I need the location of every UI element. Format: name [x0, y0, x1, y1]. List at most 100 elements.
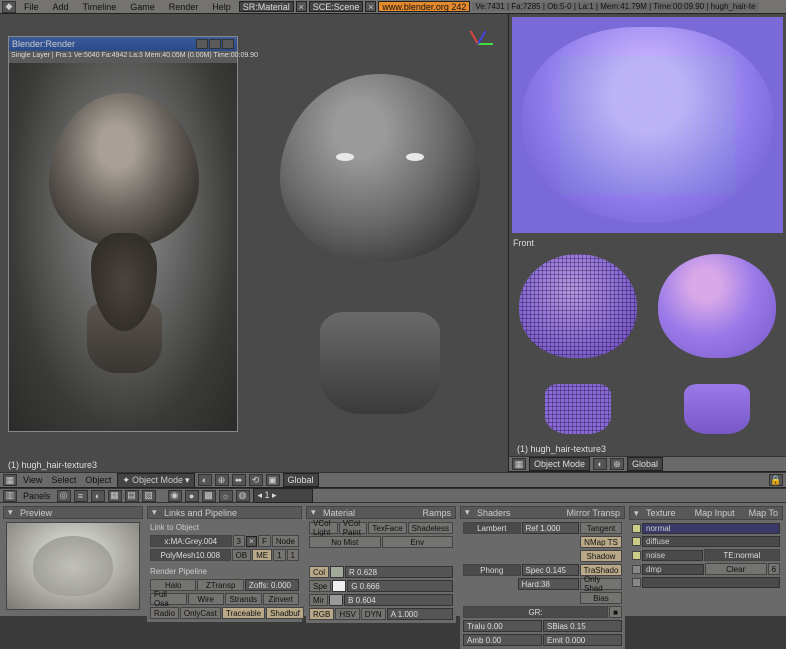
pivot-icon[interactable]: ⊕ — [610, 458, 624, 470]
left-3d-viewport[interactable]: Blender:Render Single Layer | Fra:1 Ve:5… — [0, 14, 508, 472]
users-button[interactable]: 6 — [768, 563, 780, 575]
ref-field[interactable]: Ref 1.000 — [522, 522, 580, 534]
unlink-material[interactable]: × — [246, 536, 257, 547]
collapse-icon[interactable]: ▾ — [311, 507, 319, 518]
tab-mapto[interactable]: Map To — [749, 508, 778, 518]
axis-gizmo[interactable] — [463, 29, 493, 59]
gr-field[interactable]: GR: — [463, 606, 608, 618]
collapse-icon[interactable]: ▾ — [152, 507, 160, 518]
tab-mapinput[interactable]: Map Input — [695, 508, 735, 518]
menu-help[interactable]: Help — [206, 1, 237, 13]
menu-view[interactable]: View — [20, 475, 45, 485]
spec-shader-select[interactable]: Phong — [463, 564, 521, 576]
tex-slot-3-enable[interactable] — [632, 565, 641, 574]
alpha-slider[interactable]: A 1.000 — [387, 608, 453, 620]
shadeless-button[interactable]: Shadeless — [408, 522, 453, 534]
orientation-selector-right[interactable]: Global — [627, 457, 663, 471]
fake-user-button[interactable]: F — [258, 535, 271, 547]
spe-button[interactable]: Spe — [309, 580, 331, 592]
hard-field[interactable]: Hard:38 — [518, 578, 580, 590]
blender-icon[interactable]: ◆ — [2, 1, 16, 13]
env-button[interactable]: Env — [382, 536, 454, 548]
radio-button[interactable]: Radio — [150, 607, 179, 619]
hsv-button[interactable]: HSV — [335, 608, 359, 620]
shadbuf-button[interactable]: Shadbuf — [266, 607, 304, 619]
menu-timeline[interactable]: Timeline — [77, 1, 123, 13]
scale-icon[interactable]: ▣ — [266, 474, 280, 486]
shading-icon[interactable]: ◐ — [198, 474, 212, 486]
texface-button[interactable]: TexFace — [368, 522, 406, 534]
menu-object[interactable]: Object — [82, 475, 114, 485]
radiosity-subcontext-icon[interactable]: ☼ — [219, 490, 233, 502]
collapse-icon[interactable]: ▾ — [634, 508, 642, 519]
exclusive-toggle[interactable]: ■ — [609, 606, 622, 618]
material-preview[interactable] — [6, 522, 140, 610]
scene-delete[interactable]: × — [365, 1, 376, 12]
uv-image-editor[interactable] — [512, 17, 783, 233]
menu-select[interactable]: Select — [48, 475, 79, 485]
g-slider[interactable]: G 0.666 — [347, 580, 453, 592]
clear-button[interactable]: Clear — [705, 563, 767, 575]
mesh-name-field[interactable]: PolyMesh10.008 — [150, 549, 231, 561]
mode-selector[interactable]: ✦ Object Mode ▾ — [117, 473, 194, 488]
spec-field[interactable]: Spec 0.145 — [522, 564, 580, 576]
shadow-button[interactable]: Shadow — [580, 550, 622, 562]
nomist-button[interactable]: No Mist — [309, 536, 381, 548]
tralu-field[interactable]: Tralu 0.00 — [463, 620, 542, 632]
fullosa-button[interactable]: Full Osa — [150, 593, 187, 605]
shading-context-icon[interactable]: ◐ — [91, 490, 105, 502]
tex-slot-0[interactable]: normal — [642, 523, 780, 534]
texture-name-field[interactable]: TE:normal — [704, 549, 780, 561]
tab-shaders[interactable]: Shaders — [477, 508, 511, 518]
traceable-button[interactable]: Traceable — [222, 607, 265, 619]
logic-context-icon[interactable]: ◎ — [57, 490, 71, 502]
spe-swatch[interactable] — [332, 580, 346, 592]
me-button[interactable]: ME — [252, 549, 272, 561]
bias-button[interactable]: Bias — [580, 592, 622, 604]
viewport-head-mesh[interactable] — [280, 74, 480, 414]
tab-material[interactable]: Material — [323, 508, 355, 518]
maximize-icon[interactable] — [209, 39, 221, 49]
minimize-icon[interactable] — [196, 39, 208, 49]
menu-game[interactable]: Game — [124, 1, 161, 13]
col-button[interactable]: Col — [309, 566, 329, 578]
scene-selector[interactable]: SCE:Scene — [309, 1, 364, 12]
editing-context-icon[interactable]: ▤ — [125, 490, 139, 502]
screen-delete[interactable]: × — [296, 1, 307, 12]
menu-add[interactable]: Add — [47, 1, 75, 13]
tab-texture[interactable]: Texture — [646, 508, 676, 518]
wire-button[interactable]: Wire — [188, 593, 225, 605]
mir-swatch[interactable] — [329, 594, 343, 606]
manipulator-icon[interactable]: ⬌ — [232, 474, 246, 486]
r-slider[interactable]: R 0.628 — [345, 566, 453, 578]
screen-selector[interactable]: SR:Material — [239, 1, 294, 12]
diffuse-shader-select[interactable]: Lambert — [463, 522, 521, 534]
mode-selector-right[interactable]: Object Mode — [529, 457, 590, 471]
editor-type-icon[interactable]: ▦ — [512, 458, 526, 470]
b-slider[interactable]: B 0.604 — [344, 594, 453, 606]
blender-link[interactable]: www.blender.org 242 — [378, 1, 470, 12]
node-toggle[interactable]: Node — [272, 535, 299, 547]
tab-ramps[interactable]: Ramps — [422, 508, 451, 518]
normalmap-head[interactable] — [658, 254, 776, 434]
onlycast-button[interactable]: OnlyCast — [180, 607, 221, 619]
zinvert-button[interactable]: Zinvert — [263, 593, 300, 605]
mat-index[interactable]: 1 — [273, 549, 285, 561]
frame-field[interactable]: ◂ 1 ▸ — [253, 488, 313, 503]
shading-icon[interactable]: ◐ — [593, 458, 607, 470]
rgb-button[interactable]: RGB — [309, 608, 334, 620]
mat-count[interactable]: 1 — [287, 549, 299, 561]
close-icon[interactable] — [222, 39, 234, 49]
menu-render[interactable]: Render — [163, 1, 205, 13]
editor-type-icon[interactable]: ▦ — [3, 474, 17, 486]
lamp-subcontext-icon[interactable]: ◉ — [168, 490, 182, 502]
editor-type-icon[interactable]: ▥ — [3, 490, 17, 502]
collapse-icon[interactable]: ▾ — [8, 507, 16, 518]
ob-button[interactable]: OB — [232, 549, 252, 561]
pivot-icon[interactable]: ⊕ — [215, 474, 229, 486]
panels-menu[interactable]: Panels — [20, 491, 54, 501]
tex-slot-2-enable[interactable] — [632, 551, 641, 560]
tex-slot-1-enable[interactable] — [632, 537, 641, 546]
tangent-button[interactable]: Tangent — [580, 522, 622, 534]
tex-slot-4-enable[interactable] — [632, 578, 641, 587]
